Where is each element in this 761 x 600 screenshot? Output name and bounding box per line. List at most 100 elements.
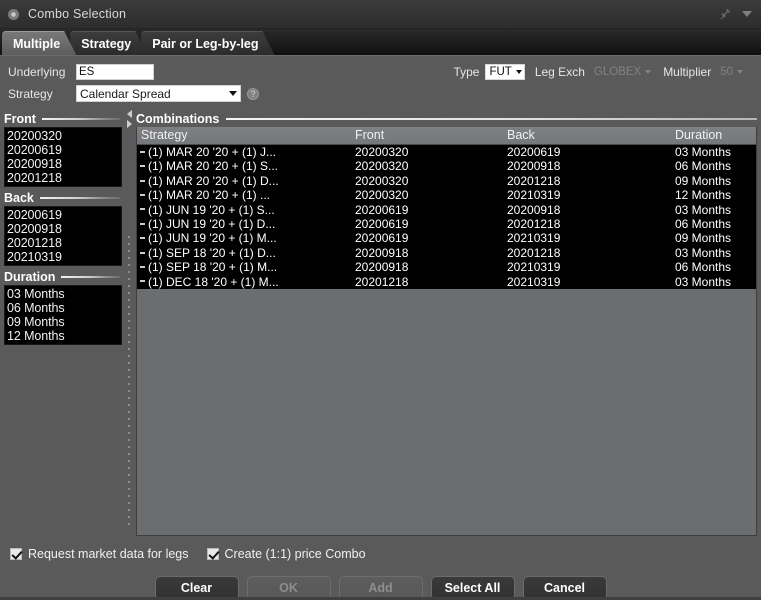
chevron-down-icon (737, 69, 743, 74)
panel-splitter[interactable] (122, 108, 136, 536)
titlebar-buttons (720, 8, 752, 20)
triangle-left-icon[interactable] (126, 110, 132, 118)
cell-back: 20210319 (507, 260, 561, 275)
list-item[interactable]: 06 Months (7, 301, 121, 315)
duration-section-header: Duration (4, 268, 122, 285)
chevron-down-icon (515, 69, 522, 74)
create-price-combo-label: Create (1:1) price Combo (224, 547, 366, 561)
row-marker-icon (140, 165, 145, 168)
table-row[interactable]: (1) SEP 18 '20 + (1) M... 20200918 20210… (137, 260, 756, 275)
chevron-down-icon[interactable] (742, 11, 752, 17)
column-header-strategy[interactable]: Strategy (137, 127, 355, 144)
splitter-arrows (126, 110, 132, 128)
cell-duration: 09 Months (675, 173, 732, 188)
table-row[interactable]: (1) SEP 18 '20 + (1) D... 20200918 20201… (137, 245, 756, 261)
list-item[interactable]: 20201218 (7, 236, 121, 250)
underlying-label: Underlying (8, 64, 66, 79)
back-title: Back (4, 190, 34, 205)
cell-strategy: (1) MAR 20 '20 + (1) D... (148, 173, 279, 188)
footer: Request market data for legs Create (1:1… (0, 536, 761, 600)
circle-icon (8, 8, 19, 20)
row-marker-icon (140, 237, 145, 240)
strategy-row: Strategy Calendar Spread ? (8, 84, 753, 103)
triangle-right-icon[interactable] (126, 120, 132, 128)
multiplier-value: 50 (720, 65, 733, 78)
combo-selection-window: Combo Selection Multiple Strategy Pair o… (0, 0, 761, 600)
create-price-combo-checkbox[interactable] (206, 548, 219, 560)
cell-strategy: (1) MAR 20 '20 + (1) S... (148, 159, 279, 174)
request-market-data-label: Request market data for legs (28, 547, 189, 561)
list-item[interactable]: 20210319 (7, 250, 121, 264)
divider (226, 117, 757, 120)
cell-duration: 09 Months (675, 231, 732, 246)
cell-duration: 06 Months (675, 216, 732, 231)
tab-strategy[interactable]: Strategy (70, 31, 147, 55)
request-market-data-checkbox[interactable] (10, 548, 22, 560)
list-item[interactable]: 20200619 (7, 208, 121, 222)
combinations-header: Combinations (136, 110, 757, 127)
duration-listbox[interactable]: 03 Months 06 Months 09 Months 12 Months (4, 285, 122, 345)
cell-duration: 03 Months (675, 274, 732, 289)
list-item[interactable]: 20200320 (7, 129, 121, 143)
list-item[interactable]: 09 Months (7, 315, 121, 329)
cell-duration: 12 Months (675, 188, 732, 203)
list-item[interactable]: 12 Months (7, 329, 121, 343)
column-header-duration[interactable]: Duration (675, 127, 756, 144)
table-row[interactable]: (1) MAR 20 '20 + (1) S... 20200320 20200… (137, 159, 756, 174)
column-header-back[interactable]: Back (507, 127, 675, 144)
row-marker-icon (140, 150, 145, 153)
column-header-front[interactable]: Front (355, 127, 507, 144)
table-row[interactable]: (1) DEC 18 '20 + (1) M... 20201218 20210… (137, 274, 756, 289)
table-row[interactable]: (1) MAR 20 '20 + (1) ... 20200320 202103… (137, 188, 756, 203)
cell-front: 20200619 (355, 202, 409, 217)
table-row[interactable]: (1) MAR 20 '20 + (1) D... 20200320 20201… (137, 173, 756, 189)
type-select[interactable]: FUT (485, 63, 525, 80)
list-item[interactable]: 20200619 (7, 143, 121, 157)
cell-duration: 03 Months (675, 245, 732, 260)
front-section-header: Front (4, 110, 122, 127)
row-marker-icon (140, 194, 145, 196)
back-listbox[interactable]: 20200619 20200918 20201218 20210319 (4, 206, 122, 266)
combinations-grid[interactable]: Strategy Front Back Duration (1) MAR 20 … (136, 127, 757, 536)
form-area: Underlying Type FUT Leg Exch GLOBEX Mult… (0, 56, 761, 108)
back-section-header: Back (4, 189, 122, 206)
strategy-value: Calendar Spread (80, 86, 171, 101)
table-row[interactable]: (1) JUN 19 '20 + (1) S... 20200619 20200… (137, 202, 756, 217)
cell-strategy: (1) DEC 18 '20 + (1) M... (148, 274, 279, 289)
tab-pair-or-leg-by-leg[interactable]: Pair or Leg-by-leg (141, 31, 274, 55)
strategy-label: Strategy (8, 86, 53, 101)
drag-grip-icon[interactable] (128, 236, 130, 530)
tab-multiple[interactable]: Multiple (2, 31, 76, 55)
multiplier-label: Multiplier (663, 64, 712, 79)
cell-duration: 03 Months (675, 145, 732, 159)
cell-front: 20200320 (355, 159, 409, 174)
row-marker-icon (140, 265, 145, 268)
chevron-down-icon (229, 91, 237, 96)
table-row[interactable]: (1) JUN 19 '20 + (1) M... 20200619 20210… (137, 231, 756, 246)
cell-strategy: (1) SEP 18 '20 + (1) M... (148, 260, 278, 275)
cell-back: 20201218 (507, 173, 561, 188)
cell-strategy: (1) JUN 19 '20 + (1) S... (148, 202, 275, 217)
table-row[interactable]: (1) MAR 20 '20 + (1) J... 20200320 20200… (137, 145, 756, 160)
row-marker-icon (140, 280, 145, 283)
button-row: Clear OK Add Select All Cancel (0, 561, 761, 600)
table-row[interactable]: (1) JUN 19 '20 + (1) D... 20200619 20201… (137, 216, 756, 232)
cell-front: 20200619 (355, 216, 409, 231)
grid-rows: (1) MAR 20 '20 + (1) J... 20200320 20200… (137, 145, 756, 289)
list-item[interactable]: 03 Months (7, 287, 121, 301)
front-listbox[interactable]: 20200320 20200619 20200918 20201218 (4, 127, 122, 187)
duration-title: Duration (4, 269, 56, 284)
list-item[interactable]: 20201218 (7, 171, 121, 185)
cell-back: 20200918 (507, 202, 561, 217)
list-item[interactable]: 20200918 (7, 222, 121, 236)
pin-icon[interactable] (720, 8, 731, 20)
list-item[interactable]: 20200918 (7, 157, 121, 171)
divider (41, 117, 120, 120)
question-mark-icon[interactable]: ? (247, 87, 259, 100)
multiplier-select[interactable]: 50 (717, 64, 745, 80)
grid-header-row: Strategy Front Back Duration (137, 127, 756, 145)
underlying-input[interactable] (76, 63, 154, 80)
leg-exch-select[interactable]: GLOBEX (591, 64, 653, 80)
chevron-down-icon (645, 69, 652, 74)
strategy-select[interactable]: Calendar Spread (76, 85, 241, 102)
